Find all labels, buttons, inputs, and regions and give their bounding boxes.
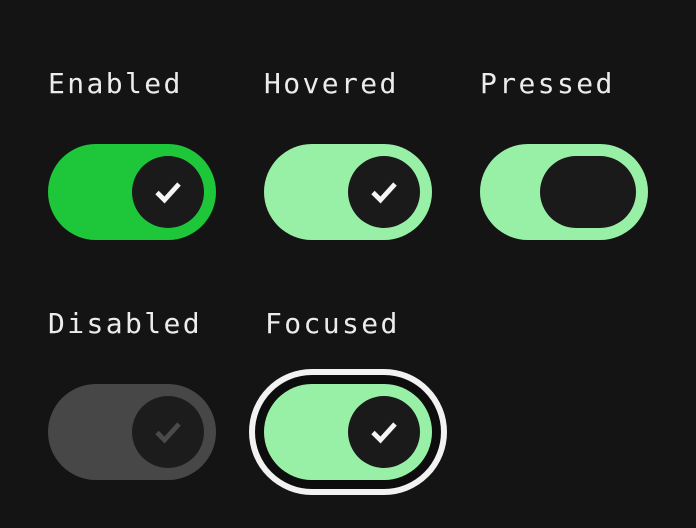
check-icon	[371, 422, 397, 444]
switch-thumb	[348, 396, 420, 468]
switch-label-disabled: Disabled	[48, 307, 203, 340]
switch-states-page: Enabled Hovered Pressed Disabled Focused	[0, 0, 696, 528]
toggle-switch-hovered[interactable]	[264, 144, 432, 240]
switch-label-enabled: Enabled	[48, 67, 183, 100]
check-icon	[371, 182, 397, 204]
switch-thumb-pressed	[540, 156, 636, 228]
toggle-switch-enabled[interactable]	[48, 144, 216, 240]
switch-thumb	[132, 156, 204, 228]
check-icon	[155, 422, 181, 444]
switch-thumb	[348, 156, 420, 228]
toggle-switch-pressed[interactable]	[480, 144, 648, 240]
switch-label-focused: Focused	[265, 307, 400, 340]
check-icon	[155, 182, 181, 204]
toggle-switch-focused[interactable]	[264, 384, 432, 480]
switch-thumb	[132, 396, 204, 468]
switch-label-pressed: Pressed	[480, 67, 615, 100]
toggle-switch-disabled	[48, 384, 216, 480]
switch-label-hovered: Hovered	[264, 67, 399, 100]
